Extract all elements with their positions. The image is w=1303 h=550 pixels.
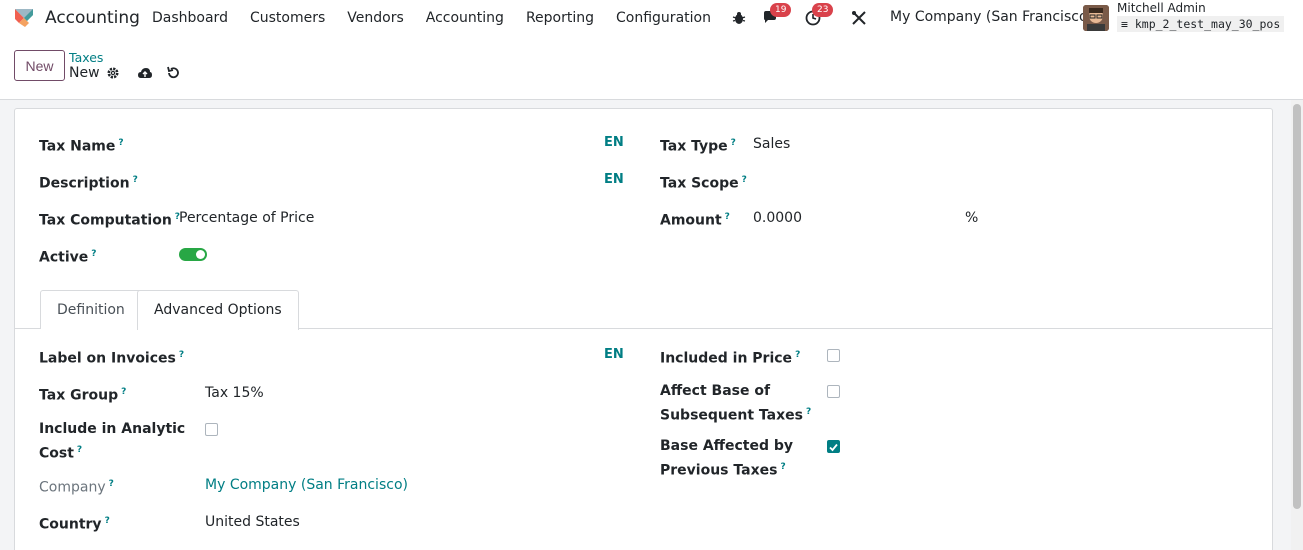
database-name: ≡ kmp_2_test_may_30_pos [1117,16,1285,32]
app-name[interactable]: Accounting [45,8,140,28]
base-affected-label-line2: Previous Taxes [660,462,778,479]
help-icon[interactable]: ? [133,175,138,185]
help-icon[interactable]: ? [179,350,184,360]
gear-icon[interactable] [106,66,120,80]
menu-dashboard[interactable]: Dashboard [141,0,239,36]
active-label-text: Active [39,249,89,266]
help-icon[interactable]: ? [77,445,82,455]
database-icon: ≡ [1121,17,1135,31]
description-label-text: Description [39,175,130,192]
help-icon[interactable]: ? [121,387,126,397]
check-icon [829,443,838,452]
tax-name-label: Tax Name? [39,133,124,158]
page-scrollbar[interactable] [1291,100,1303,550]
help-icon[interactable]: ? [731,138,736,148]
help-icon[interactable]: ? [780,462,785,472]
country-label: Country? [39,511,110,536]
help-icon[interactable]: ? [105,516,110,526]
include-analytic-label: Include in Analytic Cost? [39,419,185,465]
activity-badge: 23 [812,3,834,17]
country-label-text: Country [39,516,102,533]
form-sheet: Tax Name? EN Description? EN Tax Computa… [14,108,1273,550]
user-avatar[interactable] [1083,5,1109,31]
chat-icon[interactable]: 19 [760,3,792,29]
amount-input[interactable]: 0.0000 [753,208,802,229]
tax-scope-label-text: Tax Scope [660,175,739,192]
bug-icon[interactable] [728,7,750,29]
tax-scope-label: Tax Scope? [660,170,747,195]
tax-group-label: Tax Group? [39,382,126,407]
tools-icon[interactable] [848,7,870,29]
top-navbar: Accounting Dashboard Customers Vendors A… [0,0,1303,36]
tab-advanced-options[interactable]: Advanced Options [137,290,299,330]
include-analytic-label-line1: Include in Analytic [39,421,186,437]
affect-base-checkbox[interactable] [827,385,840,398]
description-label: Description? [39,170,138,195]
tax-type-select[interactable]: Sales [753,134,790,155]
help-icon[interactable]: ? [91,249,96,259]
base-affected-label: Base Affected by Previous Taxes? [660,436,793,482]
tax-computation-label-text: Tax Computation [39,212,172,229]
new-button[interactable]: New [14,50,65,81]
included-in-price-checkbox[interactable] [827,349,840,362]
amount-label: Amount? [660,207,730,232]
help-icon[interactable]: ? [742,175,747,185]
cloud-upload-icon[interactable] [137,66,153,80]
menu-accounting[interactable]: Accounting [415,0,515,36]
clock-icon[interactable]: 23 [802,3,834,29]
main-menu: Dashboard Customers Vendors Accounting R… [141,0,722,36]
control-panel: New Taxes New [0,36,1303,100]
chat-badge: 19 [770,3,792,17]
amount-label-text: Amount [660,212,722,229]
accounting-app-icon[interactable] [13,7,35,29]
company-link[interactable]: My Company (San Francisco) [205,475,408,496]
user-name[interactable]: Mitchell Admin [1117,1,1206,15]
description-lang-button[interactable]: EN [604,172,624,187]
help-icon[interactable]: ? [806,407,811,417]
active-toggle[interactable] [179,248,207,261]
tax-type-label-text: Tax Type [660,138,728,155]
tax-computation-label: Tax Computation? [39,207,180,232]
help-icon[interactable]: ? [118,138,123,148]
tax-type-label: Tax Type? [660,133,736,158]
included-in-price-label: Included in Price? [660,345,800,370]
menu-vendors[interactable]: Vendors [336,0,414,36]
country-select[interactable]: United States [205,512,300,533]
included-in-price-label-text: Included in Price [660,350,793,367]
tax-group-select[interactable]: Tax 15% [205,383,264,404]
tax-computation-select[interactable]: Percentage of Price [179,208,314,229]
include-analytic-label-line2: Cost [39,445,74,462]
menu-reporting[interactable]: Reporting [515,0,605,36]
include-analytic-checkbox[interactable] [205,423,218,436]
affect-base-label: Affect Base of Subsequent Taxes? [660,381,811,427]
breadcrumb-taxes[interactable]: Taxes [69,50,103,65]
menu-configuration[interactable]: Configuration [605,0,722,36]
tax-name-lang-button[interactable]: EN [604,135,624,150]
company-label: Company? [39,474,114,499]
company-switcher[interactable]: My Company (San Francisco) [890,9,1093,25]
tax-name-label-text: Tax Name [39,138,116,155]
tax-group-label-text: Tax Group [39,387,119,404]
tab-definition[interactable]: Definition [40,290,142,329]
amount-unit: % [965,210,979,226]
help-icon[interactable]: ? [109,479,114,489]
affect-base-label-line2: Subsequent Taxes [660,407,803,424]
invoice-label-lang-button[interactable]: EN [604,347,624,362]
label-on-invoices-label: Label on Invoices? [39,345,184,370]
database-name-text: kmp_2_test_may_30_pos [1134,17,1281,31]
breadcrumb-current: New [69,65,100,81]
company-label-text: Company [39,479,106,496]
discard-icon[interactable] [166,66,180,80]
base-affected-label-line1: Base Affected by [660,438,794,454]
affect-base-label-line1: Affect Base of [660,383,771,399]
help-icon[interactable]: ? [725,212,730,222]
scrollbar-thumb[interactable] [1293,104,1301,509]
menu-customers[interactable]: Customers [239,0,336,36]
system-tray: 19 23 [728,0,880,36]
help-icon[interactable]: ? [795,350,800,360]
base-affected-checkbox[interactable] [827,440,840,453]
label-on-invoices-label-text: Label on Invoices [39,350,176,367]
active-label: Active? [39,244,96,269]
